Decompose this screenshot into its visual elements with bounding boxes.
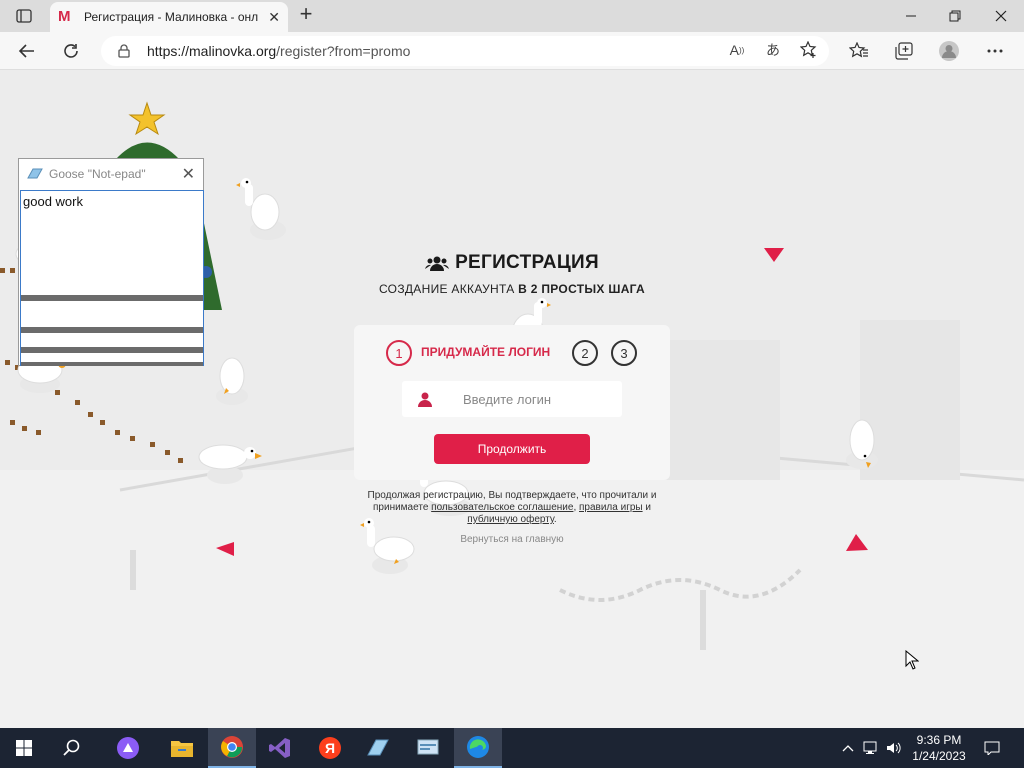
lock-icon[interactable] (117, 44, 131, 58)
network-icon[interactable] (860, 728, 882, 768)
notepad-icon[interactable] (354, 728, 402, 768)
yandex-browser-icon[interactable]: Я (306, 728, 354, 768)
show-hidden-icons-chevron-icon[interactable] (838, 728, 858, 768)
page-content: РЕГИСТРАЦИЯ СОЗДАНИЕ АККАУНТА В 2 ПРОСТЫ… (0, 70, 1024, 728)
browser-toolbar: https://malinovka.org/register?from=prom… (0, 32, 1024, 70)
translate-icon[interactable]: あ (762, 39, 784, 61)
step-2: 2 (572, 340, 598, 366)
add-favorite-icon[interactable] (798, 39, 820, 61)
taskbar-clock[interactable]: 9:36 PM 1/24/2023 (904, 732, 974, 764)
back-button[interactable] (14, 38, 40, 64)
browser-tab-active[interactable]: M Регистрация - Малиновка - онл ✕ (50, 2, 288, 32)
step-3: 3 (611, 340, 637, 366)
clock-date: 1/24/2023 (912, 749, 966, 763)
registration-card: 1 ПРИДУМАЙТЕ ЛОГИН 2 3 Продолжить (354, 325, 670, 480)
tab-actions-icon[interactable] (8, 5, 40, 27)
control-panel-icon[interactable] (404, 728, 452, 768)
notepad-icon (27, 168, 43, 179)
game-rules-link[interactable]: правила игры (579, 502, 643, 513)
edge-icon[interactable] (454, 728, 502, 768)
users-icon (425, 256, 450, 271)
notepad-stripe (21, 327, 203, 333)
close-window-button[interactable] (978, 0, 1024, 32)
search-icon[interactable] (48, 728, 96, 768)
page-title: РЕГИСТРАЦИЯ (455, 252, 599, 273)
step-indicator: 1 ПРИДУМАЙТЕ ЛОГИН 2 3 (386, 340, 646, 366)
login-input[interactable] (463, 391, 613, 407)
collections-icon[interactable] (893, 40, 915, 62)
notepad-content[interactable]: good work (21, 191, 203, 212)
favorites-icon[interactable] (848, 40, 870, 62)
windows-taskbar: Я 9:36 PM 1/24/2023 (0, 728, 1024, 768)
notepad-close-icon[interactable]: ✕ (182, 164, 195, 184)
clock-time: 9:36 PM (916, 733, 962, 747)
restore-button[interactable] (932, 0, 978, 32)
notepad-stripe (21, 295, 203, 301)
chrome-icon[interactable] (208, 728, 256, 768)
goose-notepad-window[interactable]: Goose "Not-epad" ✕ good work (18, 158, 204, 366)
back-to-home-link[interactable]: Вернуться на главную (0, 534, 1024, 545)
read-aloud-icon[interactable]: A)) (726, 39, 748, 61)
notifications-icon[interactable] (980, 728, 1004, 768)
svg-text:Я: Я (325, 740, 335, 756)
browser-tab-bar: M Регистрация - Малиновка - онл ✕ + (0, 0, 1024, 32)
visual-studio-icon[interactable] (256, 728, 304, 768)
continue-button[interactable]: Продолжить (434, 434, 590, 464)
minimize-button[interactable] (888, 0, 934, 32)
notepad-titlebar[interactable]: Goose "Not-epad" ✕ (19, 159, 203, 189)
step-label: ПРИДУМАЙТЕ ЛОГИН (421, 345, 551, 359)
terms-text: Продолжая регистрацию, Вы подтверждаете,… (367, 490, 657, 525)
step-1: 1 (386, 340, 412, 366)
notepad-text-area[interactable]: good work (20, 190, 204, 366)
url-text: https://malinovka.org/register?from=prom… (147, 43, 411, 59)
malinovka-favicon-icon: M (58, 8, 71, 25)
refresh-button[interactable] (58, 38, 84, 64)
address-bar[interactable]: https://malinovka.org/register?from=prom… (101, 36, 829, 66)
public-offer-link[interactable]: публичную оферту (467, 514, 554, 525)
file-explorer-icon[interactable] (158, 728, 206, 768)
user-icon (418, 392, 432, 407)
volume-icon[interactable] (884, 728, 904, 768)
notepad-stripe (21, 347, 203, 353)
tab-close-icon[interactable]: ✕ (268, 9, 280, 26)
login-field[interactable] (402, 381, 622, 417)
notepad-stripe (21, 362, 203, 366)
user-agreement-link[interactable]: пользовательское соглашение (431, 502, 573, 513)
alice-icon[interactable] (104, 728, 152, 768)
mouse-cursor-icon (905, 650, 919, 670)
notepad-title: Goose "Not-epad" (49, 167, 146, 181)
start-icon[interactable] (0, 728, 48, 768)
new-tab-button[interactable]: + (295, 3, 317, 26)
more-menu-icon[interactable] (984, 40, 1006, 62)
profile-avatar-icon[interactable] (938, 40, 960, 62)
tab-title: Регистрация - Малиновка - онл (84, 10, 259, 24)
